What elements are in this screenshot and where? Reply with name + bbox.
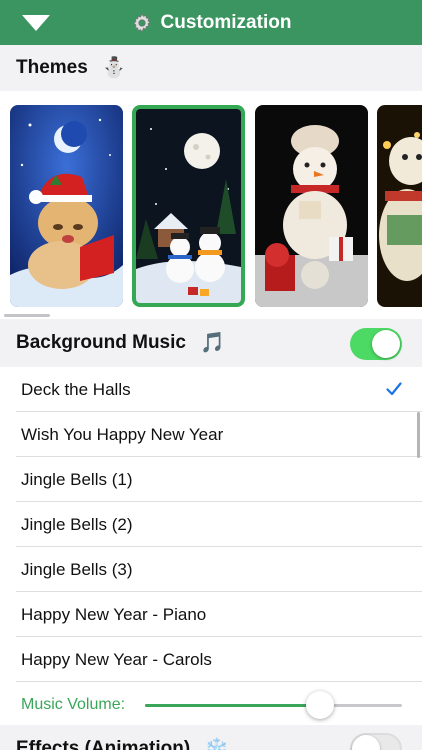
checkmark-icon	[386, 382, 402, 396]
effects-header: Effects (Animation) ❄️	[0, 725, 422, 750]
snowflake-icon: ❄️	[204, 738, 230, 750]
toggle-knob	[372, 330, 400, 358]
snowman-lights-image	[377, 105, 422, 307]
toggle-knob	[352, 735, 380, 750]
theme-thumbnail-snowman-lights[interactable]	[377, 105, 422, 307]
track-row[interactable]: Happy New Year - Carols	[0, 637, 422, 682]
nav-bar: Customization	[0, 0, 422, 45]
track-title: Deck the Halls	[21, 379, 131, 399]
themes-carousel[interactable]	[0, 91, 422, 319]
themes-scroll-indicator	[4, 314, 50, 317]
nav-title-group: Customization	[131, 11, 292, 34]
music-volume-row: Music Volume:	[0, 682, 422, 727]
volume-thumb[interactable]	[305, 691, 334, 719]
theme-thumbnail-snowmen-night[interactable]	[132, 105, 245, 307]
gear-icon	[133, 13, 151, 32]
track-row[interactable]: Wish You Happy New Year	[0, 412, 422, 457]
track-title: Jingle Bells (3)	[21, 559, 133, 579]
track-row[interactable]: Jingle Bells (2)	[0, 502, 422, 547]
track-row[interactable]: Deck the Halls	[0, 367, 422, 412]
music-header: Background Music 🎵	[0, 319, 422, 367]
theme-thumbnail-plush-snowman[interactable]	[255, 105, 368, 307]
snowman-icon: ⛄	[101, 57, 127, 79]
track-row[interactable]: Jingle Bells (3)	[0, 547, 422, 592]
themes-header: Themes ⛄	[0, 45, 422, 91]
list-scroll-indicator[interactable]	[417, 412, 420, 458]
track-title: Jingle Bells (1)	[21, 469, 133, 489]
snowmen-night-image	[136, 109, 241, 303]
music-note-icon: 🎵	[199, 332, 225, 354]
page-title: Customization	[160, 11, 292, 33]
theme-thumbnail-kitten[interactable]	[10, 105, 123, 307]
track-title: Happy New Year - Piano	[21, 604, 207, 624]
music-volume-label: Music Volume:	[21, 695, 126, 713]
kitten-image	[10, 105, 123, 307]
track-row[interactable]: Jingle Bells (1)	[0, 457, 422, 502]
music-track-list: Deck the Halls Wish You Happy New Year J…	[0, 367, 422, 727]
track-row[interactable]: Happy New Year - Piano	[0, 592, 422, 637]
effects-toggle[interactable]	[350, 733, 402, 750]
themes-title: Themes	[16, 57, 88, 78]
track-title: Happy New Year - Carols	[21, 649, 212, 669]
effects-title: Effects (Animation)	[16, 738, 191, 750]
track-title: Jingle Bells (2)	[21, 514, 133, 534]
music-title: Background Music	[16, 332, 186, 353]
track-title: Wish You Happy New Year	[21, 424, 224, 444]
triangle-down-icon[interactable]	[22, 15, 50, 31]
volume-fill	[145, 704, 320, 707]
music-toggle[interactable]	[350, 328, 402, 360]
music-volume-slider[interactable]	[145, 691, 402, 719]
plush-snowman-image	[255, 105, 368, 307]
